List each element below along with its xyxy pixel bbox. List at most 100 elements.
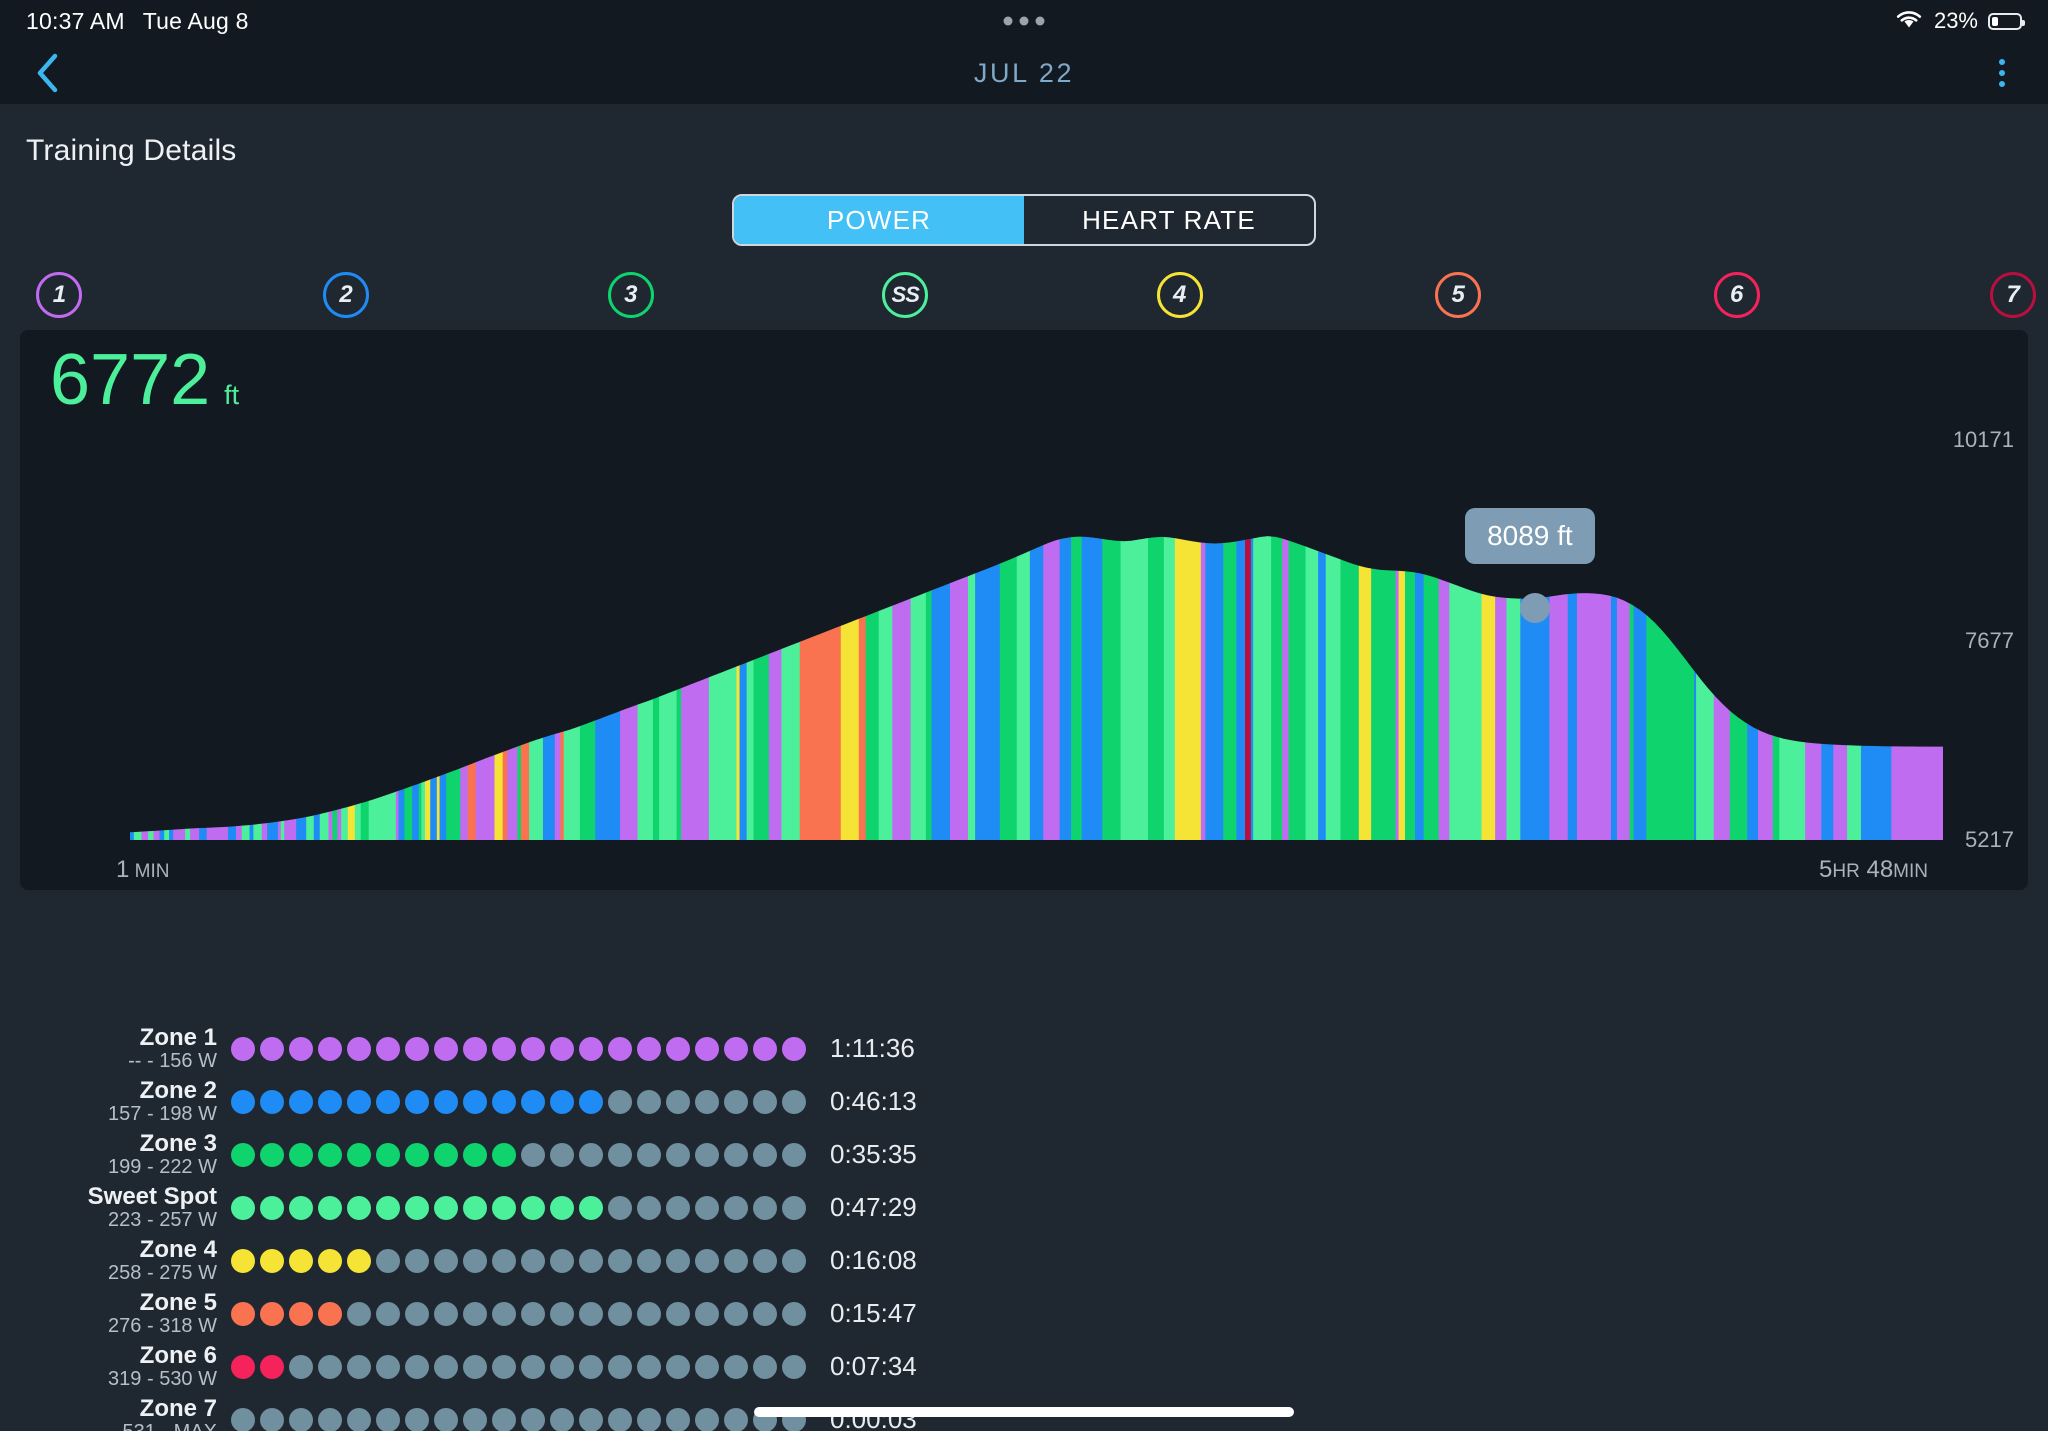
zone-dot xyxy=(637,1407,661,1431)
zone-duration: 0:07:34 xyxy=(830,1351,917,1381)
y-axis-tick: 7677 xyxy=(1965,628,2014,654)
zone-dot xyxy=(724,1089,748,1114)
back-button[interactable] xyxy=(26,51,70,95)
zone-dot xyxy=(318,1195,342,1220)
zone-dot xyxy=(695,1301,719,1326)
zone-dot xyxy=(463,1089,487,1114)
zone-marker-row: 1 2 3 SS 4 5 6 7 xyxy=(0,264,2048,330)
zone-dot xyxy=(637,1142,661,1167)
zone-marker-1[interactable]: 1 xyxy=(36,272,83,318)
overflow-dot xyxy=(1999,81,2005,87)
zone-marker-4[interactable]: 4 xyxy=(1156,272,1203,318)
y-axis: 10171 7677 5217 xyxy=(1934,330,2014,890)
zone-dot xyxy=(376,1354,400,1379)
zone-dot xyxy=(753,1301,777,1326)
zone-dot xyxy=(782,1248,806,1273)
zone-legend-labels: Zone 5 276 - 318 W xyxy=(56,1289,231,1338)
zone-name: Zone 6 xyxy=(139,1341,217,1369)
zone-dot xyxy=(492,1301,516,1326)
zone-dot xyxy=(405,1195,429,1220)
zone-marker-ss[interactable]: SS xyxy=(882,272,929,318)
zone-dot xyxy=(376,1142,400,1167)
zone-dot xyxy=(608,1089,632,1114)
zone-dot xyxy=(666,1036,690,1061)
zone-dot xyxy=(376,1089,400,1114)
zone-dot xyxy=(782,1301,806,1326)
zone-legend-labels: Zone 3 199 - 222 W xyxy=(56,1130,231,1179)
zone-name: Zone 4 xyxy=(139,1235,217,1263)
tab-heart-rate[interactable]: HEART RATE xyxy=(1024,196,1314,244)
zone-dot xyxy=(521,1301,545,1326)
zone-dot xyxy=(318,1089,342,1114)
zone-dot xyxy=(318,1248,342,1273)
zone-marker-6[interactable]: 6 xyxy=(1713,272,1760,318)
zone-marker-7[interactable]: 7 xyxy=(1990,272,2037,318)
zone-dot xyxy=(260,1036,284,1061)
zone-dot xyxy=(289,1301,313,1326)
zone-dot xyxy=(231,1301,255,1326)
zone-dot xyxy=(347,1301,371,1326)
zone-dot xyxy=(753,1036,777,1061)
zone-dot xyxy=(724,1036,748,1061)
zone-dot xyxy=(231,1354,255,1379)
zone-dot xyxy=(434,1407,458,1431)
elevation-plot[interactable] xyxy=(130,440,1943,840)
multitask-handle-icon[interactable] xyxy=(1003,16,1045,26)
elevation-unit: ft xyxy=(224,380,240,410)
zone-dot xyxy=(521,1248,545,1273)
zone-dot-meter xyxy=(231,1089,806,1114)
zone-dot xyxy=(405,1036,429,1061)
zone-dot xyxy=(289,1036,313,1061)
zone-dot xyxy=(521,1142,545,1167)
metric-segmented-control[interactable]: POWER HEART RATE xyxy=(732,194,1316,246)
zone-dot xyxy=(405,1248,429,1273)
zone-dot xyxy=(666,1142,690,1167)
zone-dot xyxy=(753,1195,777,1220)
zone-legend-row: Zone 5 276 - 318 W 0:15:47 xyxy=(56,1287,2048,1340)
zone-dot xyxy=(434,1195,458,1220)
status-bar-right: 23% xyxy=(1894,8,2025,35)
page-title: Training Details xyxy=(26,134,237,167)
zone-dot xyxy=(753,1142,777,1167)
zone-dot xyxy=(492,1142,516,1167)
zone-dot xyxy=(434,1354,458,1379)
tab-power[interactable]: POWER xyxy=(734,196,1024,244)
zone-dot xyxy=(782,1089,806,1114)
zone-dot xyxy=(434,1089,458,1114)
zone-dot xyxy=(782,1354,806,1379)
zone-marker-2[interactable]: 2 xyxy=(323,272,370,318)
zone-marker-5[interactable]: 5 xyxy=(1435,272,1482,318)
zone-dot xyxy=(405,1301,429,1326)
zone-dot xyxy=(550,1195,574,1220)
zone-name: Zone 7 xyxy=(139,1394,217,1422)
zone-legend-labels: Zone 7531 - MAX xyxy=(56,1394,231,1431)
zone-marker-3[interactable]: 3 xyxy=(607,272,654,318)
zone-dot xyxy=(405,1142,429,1167)
zone-dot xyxy=(579,1248,603,1273)
overflow-menu-button[interactable] xyxy=(1982,51,2022,95)
zone-dot xyxy=(492,1248,516,1273)
status-bar: 10:37 AM Tue Aug 8 23% xyxy=(0,0,2048,42)
zone-dot xyxy=(492,1407,516,1431)
elevation-value: 6772 xyxy=(50,340,211,420)
zone-duration: 0:16:08 xyxy=(830,1245,917,1275)
zone-dot xyxy=(608,1248,632,1273)
zone-dot xyxy=(289,1195,313,1220)
handle-dot xyxy=(1035,16,1045,26)
zone-dot xyxy=(231,1407,255,1431)
zone-dot xyxy=(231,1036,255,1061)
zone-dot xyxy=(608,1036,632,1061)
zone-power-range: 276 - 318 W xyxy=(108,1314,217,1337)
zone-dot xyxy=(463,1142,487,1167)
zone-duration: 0:47:29 xyxy=(830,1192,917,1222)
zone-dot xyxy=(695,1354,719,1379)
zone-dot xyxy=(666,1301,690,1326)
zone-power-range: 199 - 222 W xyxy=(108,1155,217,1178)
elevation-tooltip-marker[interactable] xyxy=(1520,593,1551,624)
zone-legend-row: Sweet Spot 223 - 257 W 0:47:29 xyxy=(56,1181,2048,1234)
zone-legend-row: Zone 2 157 - 198 W 0:46:13 xyxy=(56,1075,2048,1128)
zone-dot xyxy=(521,1195,545,1220)
zone-duration: 0:46:13 xyxy=(830,1086,917,1116)
elevation-tooltip: 8089 ft xyxy=(1465,508,1595,565)
battery-fill xyxy=(1992,16,1998,26)
